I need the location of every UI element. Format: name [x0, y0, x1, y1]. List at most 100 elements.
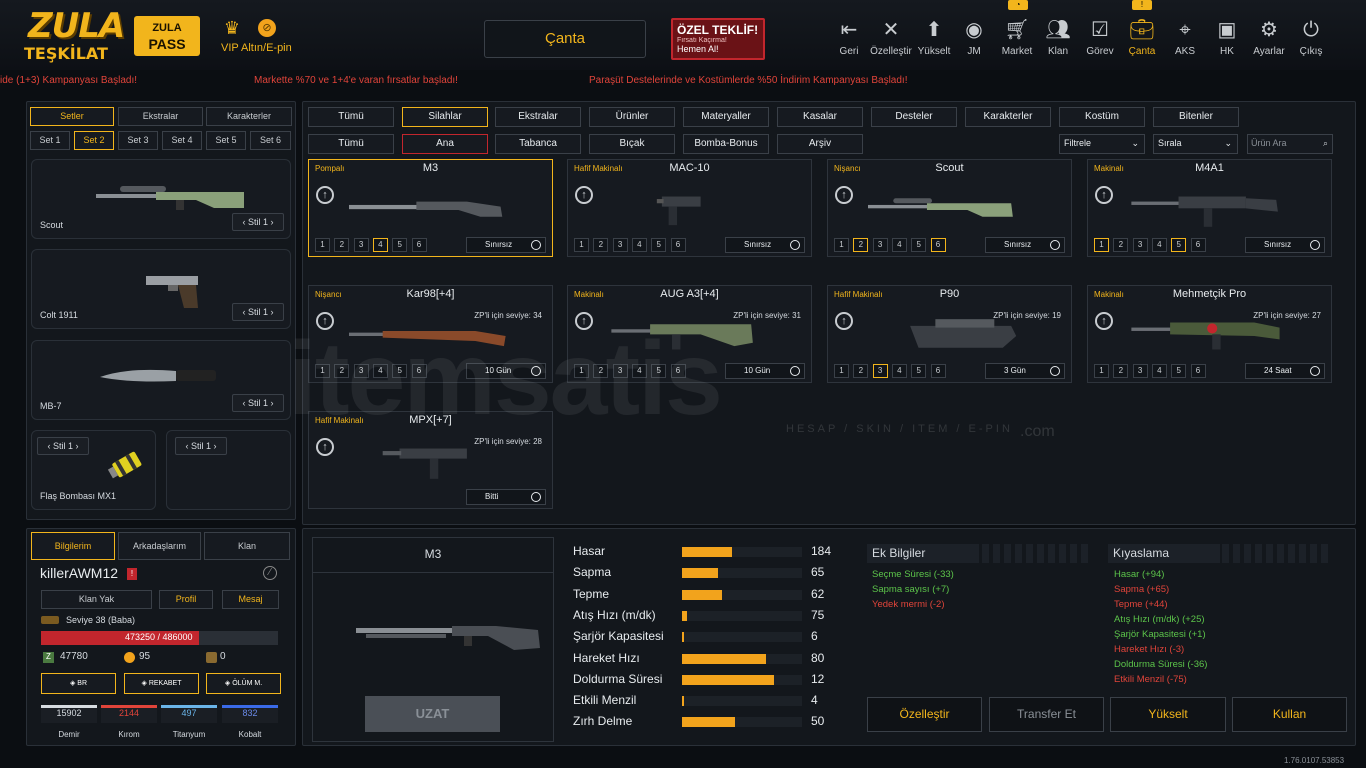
- vip-label[interactable]: VIP: [221, 42, 239, 54]
- level-slot-4[interactable]: 4: [372, 238, 388, 252]
- stil-selector[interactable]: ‹ Stil 1 ›: [37, 437, 89, 455]
- clan-invite-button[interactable]: Klan Yak: [41, 590, 152, 609]
- zula-pass-button[interactable]: ZULA PASS: [134, 16, 200, 56]
- set-tab-2[interactable]: Set 2: [74, 131, 114, 150]
- level-slot-5[interactable]: 5: [1171, 238, 1187, 252]
- nav-canta[interactable]: 💼︎ Çanta: [1122, 18, 1162, 58]
- upgrade-arrow-icon[interactable]: ↑: [835, 186, 853, 204]
- filter-tab-9[interactable]: Bitenler: [1153, 107, 1239, 127]
- mode-br-button[interactable]: ◈ BR: [41, 673, 116, 694]
- gold-coin-icon[interactable]: ⊘: [258, 19, 276, 37]
- set-tab-6[interactable]: Set 6: [250, 131, 291, 150]
- tab-setler[interactable]: Setler: [30, 107, 114, 126]
- level-slot-3[interactable]: 3: [872, 238, 888, 252]
- level-slot-4[interactable]: 4: [631, 238, 647, 252]
- stil-selector[interactable]: ‹ Stil 1 ›: [175, 437, 227, 455]
- vip-crown-icon[interactable]: ♛: [221, 18, 243, 40]
- level-slot-3[interactable]: 3: [353, 238, 369, 252]
- message-button[interactable]: Mesaj: [222, 590, 279, 609]
- filter-tab-5[interactable]: Kasalar: [777, 107, 863, 127]
- weapon-card[interactable]: M4A1 Makinalı ↑ 1 2 3 4 5 6 Sınırsız: [1087, 159, 1332, 257]
- tab-karakterler[interactable]: Karakterler: [206, 107, 292, 126]
- extend-button[interactable]: UZAT: [365, 696, 500, 732]
- level-slot-2[interactable]: 2: [1113, 238, 1129, 252]
- stil-selector[interactable]: ‹ Stil 1 ›: [232, 394, 284, 412]
- use-button[interactable]: Kullan: [1232, 697, 1347, 732]
- subfilter-tab-0[interactable]: Tümü: [308, 134, 394, 154]
- level-slot-6[interactable]: 6: [1190, 238, 1206, 252]
- level-slot-2[interactable]: 2: [853, 364, 869, 378]
- subfilter-tab-1[interactable]: Ana: [402, 134, 488, 154]
- special-offer-banner[interactable]: ÖZEL TEKLİF! Fırsatı Kaçırma! Hemen Al!: [671, 18, 765, 60]
- level-slot-3[interactable]: 3: [612, 238, 628, 252]
- tab-klan[interactable]: Klan: [204, 532, 290, 560]
- subfilter-tab-3[interactable]: Bıçak: [589, 134, 675, 154]
- mode-rekabet-button[interactable]: ◈ REKABET: [124, 673, 199, 694]
- level-slot-3[interactable]: 3: [1132, 238, 1148, 252]
- filter-tab-6[interactable]: Desteler: [871, 107, 957, 127]
- nav-ayarlar[interactable]: ⚙ Ayarlar: [1249, 18, 1289, 58]
- level-slot-6[interactable]: 6: [411, 238, 427, 252]
- level-slot-4[interactable]: 4: [891, 364, 907, 378]
- level-slot-4[interactable]: 4: [891, 238, 907, 252]
- set-tab-1[interactable]: Set 1: [30, 131, 70, 150]
- upgrade-arrow-icon[interactable]: ↑: [316, 438, 334, 456]
- set-tab-3[interactable]: Set 3: [118, 131, 158, 150]
- level-slot-5[interactable]: 5: [1171, 364, 1187, 378]
- level-slot-5[interactable]: 5: [392, 238, 408, 252]
- filter-tab-2[interactable]: Ekstralar: [495, 107, 581, 127]
- set-slot-primary[interactable]: Scout ‹ Stil 1 ›: [31, 159, 291, 239]
- subfilter-tab-4[interactable]: Bomba-Bonus: [683, 134, 769, 154]
- weapon-card[interactable]: P90 Hafif Makinalı ↑ ZP'li için seviye: 19 1…: [827, 285, 1072, 383]
- subfilter-tab-5[interactable]: Arşiv: [777, 134, 863, 154]
- weapon-card[interactable]: MAC-10 Hafif Makinalı ↑ 1 2 3 4 5 6 Sınırsız: [567, 159, 812, 257]
- filter-tab-4[interactable]: Materyaller: [683, 107, 769, 127]
- weapon-card[interactable]: Scout Nişancı ↑ 1 2 3 4 5 6 Sınırsız: [827, 159, 1072, 257]
- level-slot-3[interactable]: 3: [872, 364, 888, 378]
- upgrade-button[interactable]: Yükselt: [1110, 697, 1226, 732]
- tab-arkadaslarim[interactable]: Arkadaşlarım: [118, 532, 201, 560]
- level-slot-4[interactable]: 4: [1151, 364, 1167, 378]
- tab-ekstralar[interactable]: Ekstralar: [118, 107, 203, 126]
- subfilter-tab-2[interactable]: Tabanca: [495, 134, 581, 154]
- set-slot-pistol[interactable]: Colt 1911 ‹ Stil 1 ›: [31, 249, 291, 329]
- nav-hk[interactable]: ▣ HK: [1207, 18, 1247, 58]
- level-slot-6[interactable]: 6: [930, 364, 946, 378]
- nav-cikis[interactable]: ⏻ Çıkış: [1291, 18, 1331, 58]
- nav-market[interactable]: 🛒︎ Market: [997, 18, 1037, 58]
- set-slot-knife[interactable]: MB-7 ‹ Stil 1 ›: [31, 340, 291, 420]
- nav-ozellestir[interactable]: ✕ Özelleştir: [870, 18, 912, 58]
- weapon-card[interactable]: Mehmetçik Pro Makinalı ↑ ZP'li için seviye:…: [1087, 285, 1332, 383]
- level-slot-6[interactable]: 6: [670, 238, 686, 252]
- level-slot-3[interactable]: 3: [1132, 364, 1148, 378]
- customize-button[interactable]: Özelleştir: [867, 697, 982, 732]
- filter-tab-1[interactable]: Silahlar: [402, 107, 488, 127]
- search-input[interactable]: Ürün Ara ⌕: [1247, 134, 1333, 154]
- upgrade-arrow-icon[interactable]: ↑: [835, 312, 853, 330]
- level-slot-1[interactable]: 1: [315, 238, 330, 252]
- level-slot-1[interactable]: 1: [834, 364, 849, 378]
- altin-epin-label[interactable]: Altın/E-pin: [241, 42, 292, 54]
- nav-yukselt[interactable]: ⬆ Yükselt: [914, 18, 954, 58]
- mode-olum-button[interactable]: ◈ ÖLÜM M.: [206, 673, 281, 694]
- level-slot-1[interactable]: 1: [1094, 364, 1109, 378]
- stil-selector[interactable]: ‹ Stil 1 ›: [232, 213, 284, 231]
- level-slot-5[interactable]: 5: [651, 238, 667, 252]
- level-slot-1[interactable]: 1: [834, 238, 849, 252]
- filter-tab-8[interactable]: Kostüm: [1059, 107, 1145, 127]
- level-slot-5[interactable]: 5: [911, 364, 927, 378]
- nav-jm[interactable]: ◉ JM: [954, 18, 994, 58]
- upgrade-arrow-icon[interactable]: ↑: [1095, 312, 1113, 330]
- level-slot-2[interactable]: 2: [334, 238, 350, 252]
- upgrade-arrow-icon[interactable]: ↑: [316, 186, 334, 204]
- upgrade-arrow-icon[interactable]: ↑: [575, 186, 593, 204]
- set-slot-empty[interactable]: ‹ Stil 1 ›: [166, 430, 291, 510]
- profile-button[interactable]: Profil: [159, 590, 213, 609]
- filter-select[interactable]: Filtrele ⌄: [1059, 134, 1145, 154]
- upgrade-arrow-icon[interactable]: ↑: [1095, 186, 1113, 204]
- nav-klan[interactable]: 👥︎ Klan: [1038, 18, 1078, 58]
- nav-aks[interactable]: ⌖ AKS: [1165, 18, 1205, 58]
- filter-tab-0[interactable]: Tümü: [308, 107, 394, 127]
- set-tab-4[interactable]: Set 4: [162, 131, 202, 150]
- level-slot-2[interactable]: 2: [593, 238, 609, 252]
